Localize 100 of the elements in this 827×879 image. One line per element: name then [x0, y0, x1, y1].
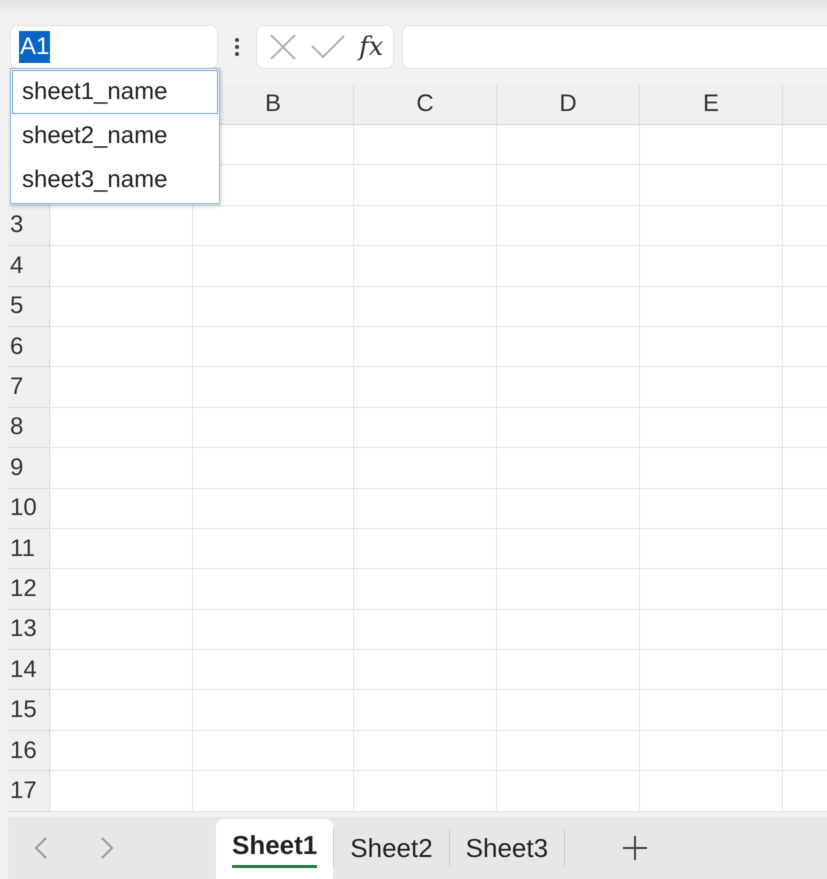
grid-cell[interactable] — [193, 206, 354, 246]
grid-cell[interactable] — [354, 367, 497, 408]
grid-cell[interactable] — [640, 528, 783, 570]
grid-cell[interactable] — [193, 246, 354, 287]
grid-cell[interactable] — [640, 367, 783, 408]
check-icon[interactable] — [311, 34, 345, 60]
grid-cell[interactable] — [354, 246, 497, 287]
grid-cell[interactable] — [497, 488, 640, 529]
column-header[interactable]: C — [354, 84, 497, 124]
grid-cell[interactable] — [640, 125, 783, 166]
grid-cell[interactable] — [497, 448, 640, 489]
formula-input[interactable] — [402, 25, 827, 69]
dropdown-item[interactable]: sheet1_name — [12, 70, 218, 114]
sheet-tab[interactable]: Sheet1 — [216, 819, 334, 879]
grid-cell[interactable] — [354, 286, 497, 327]
grid-cell[interactable] — [50, 771, 193, 812]
row-header[interactable]: 11 — [8, 528, 50, 570]
grid-cell[interactable] — [50, 206, 193, 246]
grid-cell[interactable] — [354, 488, 497, 529]
grid-cell[interactable] — [640, 206, 783, 246]
grid-cell[interactable] — [354, 206, 497, 246]
row-header[interactable]: 7 — [8, 367, 50, 408]
column-header[interactable]: D — [497, 84, 640, 124]
grid-cell[interactable] — [497, 286, 640, 327]
grid-cell[interactable] — [640, 286, 783, 327]
grid-cell[interactable] — [50, 367, 193, 408]
grid-cell[interactable] — [193, 690, 354, 731]
grid-cell[interactable] — [50, 690, 193, 731]
grid-cell[interactable] — [354, 650, 497, 690]
grid-cell[interactable] — [497, 326, 640, 368]
grid-cell[interactable] — [354, 569, 497, 610]
grid-cell[interactable] — [50, 408, 193, 448]
grid-cell[interactable] — [640, 408, 783, 448]
grid-cell[interactable] — [193, 650, 354, 690]
grid-cell[interactable] — [640, 730, 783, 772]
grid-cell[interactable] — [497, 690, 640, 731]
grid-cell[interactable] — [640, 488, 783, 529]
grid-cell[interactable] — [354, 326, 497, 368]
grid-cell[interactable] — [354, 165, 497, 206]
grid-cell[interactable] — [640, 690, 783, 731]
grid-cell[interactable] — [193, 528, 354, 570]
row-header[interactable]: 13 — [8, 610, 50, 650]
row-header[interactable]: 3 — [8, 206, 50, 246]
grid-cell[interactable] — [497, 528, 640, 570]
sheet-tab[interactable]: Sheet2 — [334, 823, 449, 873]
grid-cell[interactable] — [497, 569, 640, 610]
grid-cell[interactable] — [354, 408, 497, 448]
grid-cell[interactable] — [193, 448, 354, 489]
grid-cell[interactable] — [193, 730, 354, 772]
row-header[interactable]: 9 — [8, 448, 50, 489]
grid-cell[interactable] — [193, 569, 354, 610]
grid-cell[interactable] — [354, 125, 497, 166]
grid-cell[interactable] — [50, 488, 193, 529]
grid-cell[interactable] — [50, 650, 193, 690]
grid-cell[interactable] — [354, 771, 497, 812]
grid-cell[interactable] — [497, 650, 640, 690]
grid-cell[interactable] — [193, 771, 354, 812]
grid-cell[interactable] — [50, 730, 193, 772]
row-header[interactable]: 4 — [8, 246, 50, 287]
row-header[interactable]: 14 — [8, 650, 50, 690]
row-header[interactable]: 6 — [8, 326, 50, 368]
grid-cell[interactable] — [497, 610, 640, 650]
grid-cell[interactable] — [640, 610, 783, 650]
name-box[interactable]: A1 — [10, 25, 218, 69]
row-header[interactable]: 8 — [8, 408, 50, 448]
row-header[interactable]: 15 — [8, 690, 50, 731]
insert-function-button[interactable]: fx — [359, 32, 384, 62]
row-header[interactable]: 5 — [8, 286, 50, 327]
grid-cell[interactable] — [497, 165, 640, 206]
grid-cell[interactable] — [354, 690, 497, 731]
grid-cell[interactable] — [497, 408, 640, 448]
grid-cell[interactable] — [50, 326, 193, 368]
grid-cell[interactable] — [193, 326, 354, 368]
grid-cell[interactable] — [193, 488, 354, 529]
sheet-tab[interactable]: Sheet3 — [450, 823, 564, 873]
row-header[interactable]: 17 — [8, 771, 50, 812]
grid-cell[interactable] — [497, 730, 640, 772]
grid-cell[interactable] — [640, 569, 783, 610]
grid-cell[interactable] — [640, 246, 783, 287]
grid-cell[interactable] — [640, 771, 783, 812]
grid-cell[interactable] — [640, 650, 783, 690]
grid-cell[interactable] — [50, 448, 193, 489]
grid-cell[interactable] — [354, 448, 497, 489]
more-options-icon[interactable] — [232, 35, 242, 59]
grid-cell[interactable] — [50, 569, 193, 610]
grid-cell[interactable] — [193, 367, 354, 408]
grid-cell[interactable] — [354, 528, 497, 570]
grid-cell[interactable] — [354, 610, 497, 650]
grid-cell[interactable] — [193, 408, 354, 448]
grid-cell[interactable] — [640, 326, 783, 368]
grid-cell[interactable] — [354, 730, 497, 772]
grid-cell[interactable] — [640, 165, 783, 206]
column-header[interactable]: E — [640, 84, 783, 124]
dropdown-item[interactable]: sheet3_name — [12, 158, 218, 202]
grid-cell[interactable] — [193, 610, 354, 650]
cancel-icon[interactable] — [269, 33, 297, 61]
row-header[interactable]: 16 — [8, 730, 50, 772]
grid-cell[interactable] — [50, 528, 193, 570]
grid-cell[interactable] — [50, 246, 193, 287]
grid-cell[interactable] — [640, 448, 783, 489]
